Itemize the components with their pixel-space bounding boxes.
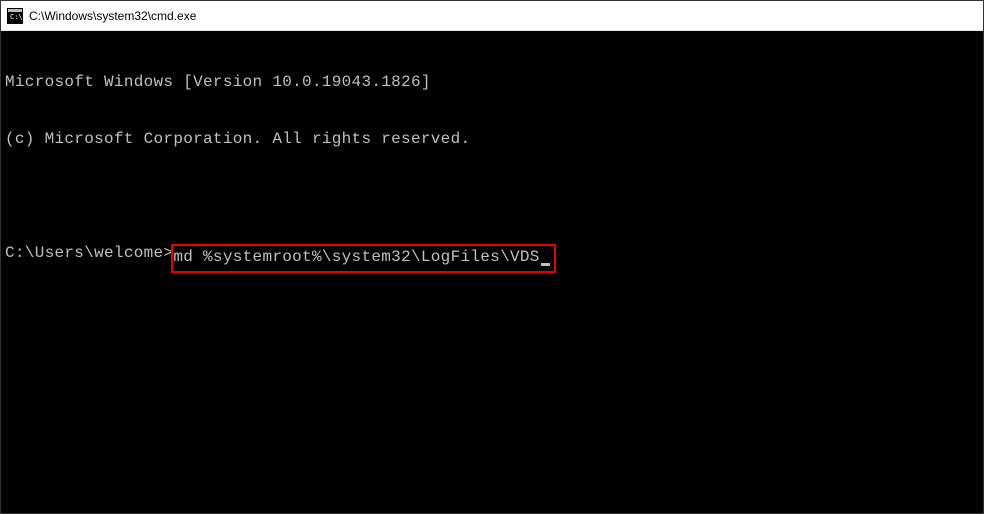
- svg-text:C:\: C:\: [10, 13, 23, 21]
- cmd-icon: C:\: [7, 8, 23, 24]
- blank-line: [5, 187, 983, 206]
- text-cursor: [541, 263, 550, 266]
- command-text: md %systemroot%\system32\LogFiles\VDS: [173, 248, 539, 266]
- cmd-window: C:\ C:\Windows\system32\cmd.exe Microsof…: [0, 0, 984, 514]
- copyright-line: (c) Microsoft Corporation. All rights re…: [5, 130, 983, 149]
- command-highlight: md %systemroot%\system32\LogFiles\VDS: [171, 244, 555, 273]
- console-area[interactable]: Microsoft Windows [Version 10.0.19043.18…: [1, 31, 983, 513]
- titlebar[interactable]: C:\ C:\Windows\system32\cmd.exe: [1, 1, 983, 31]
- prompt-row: C:\Users\welcome>md %systemroot%\system3…: [5, 244, 983, 273]
- prompt-text: C:\Users\welcome>: [5, 244, 173, 263]
- window-title: C:\Windows\system32\cmd.exe: [29, 9, 196, 23]
- version-line: Microsoft Windows [Version 10.0.19043.18…: [5, 73, 983, 92]
